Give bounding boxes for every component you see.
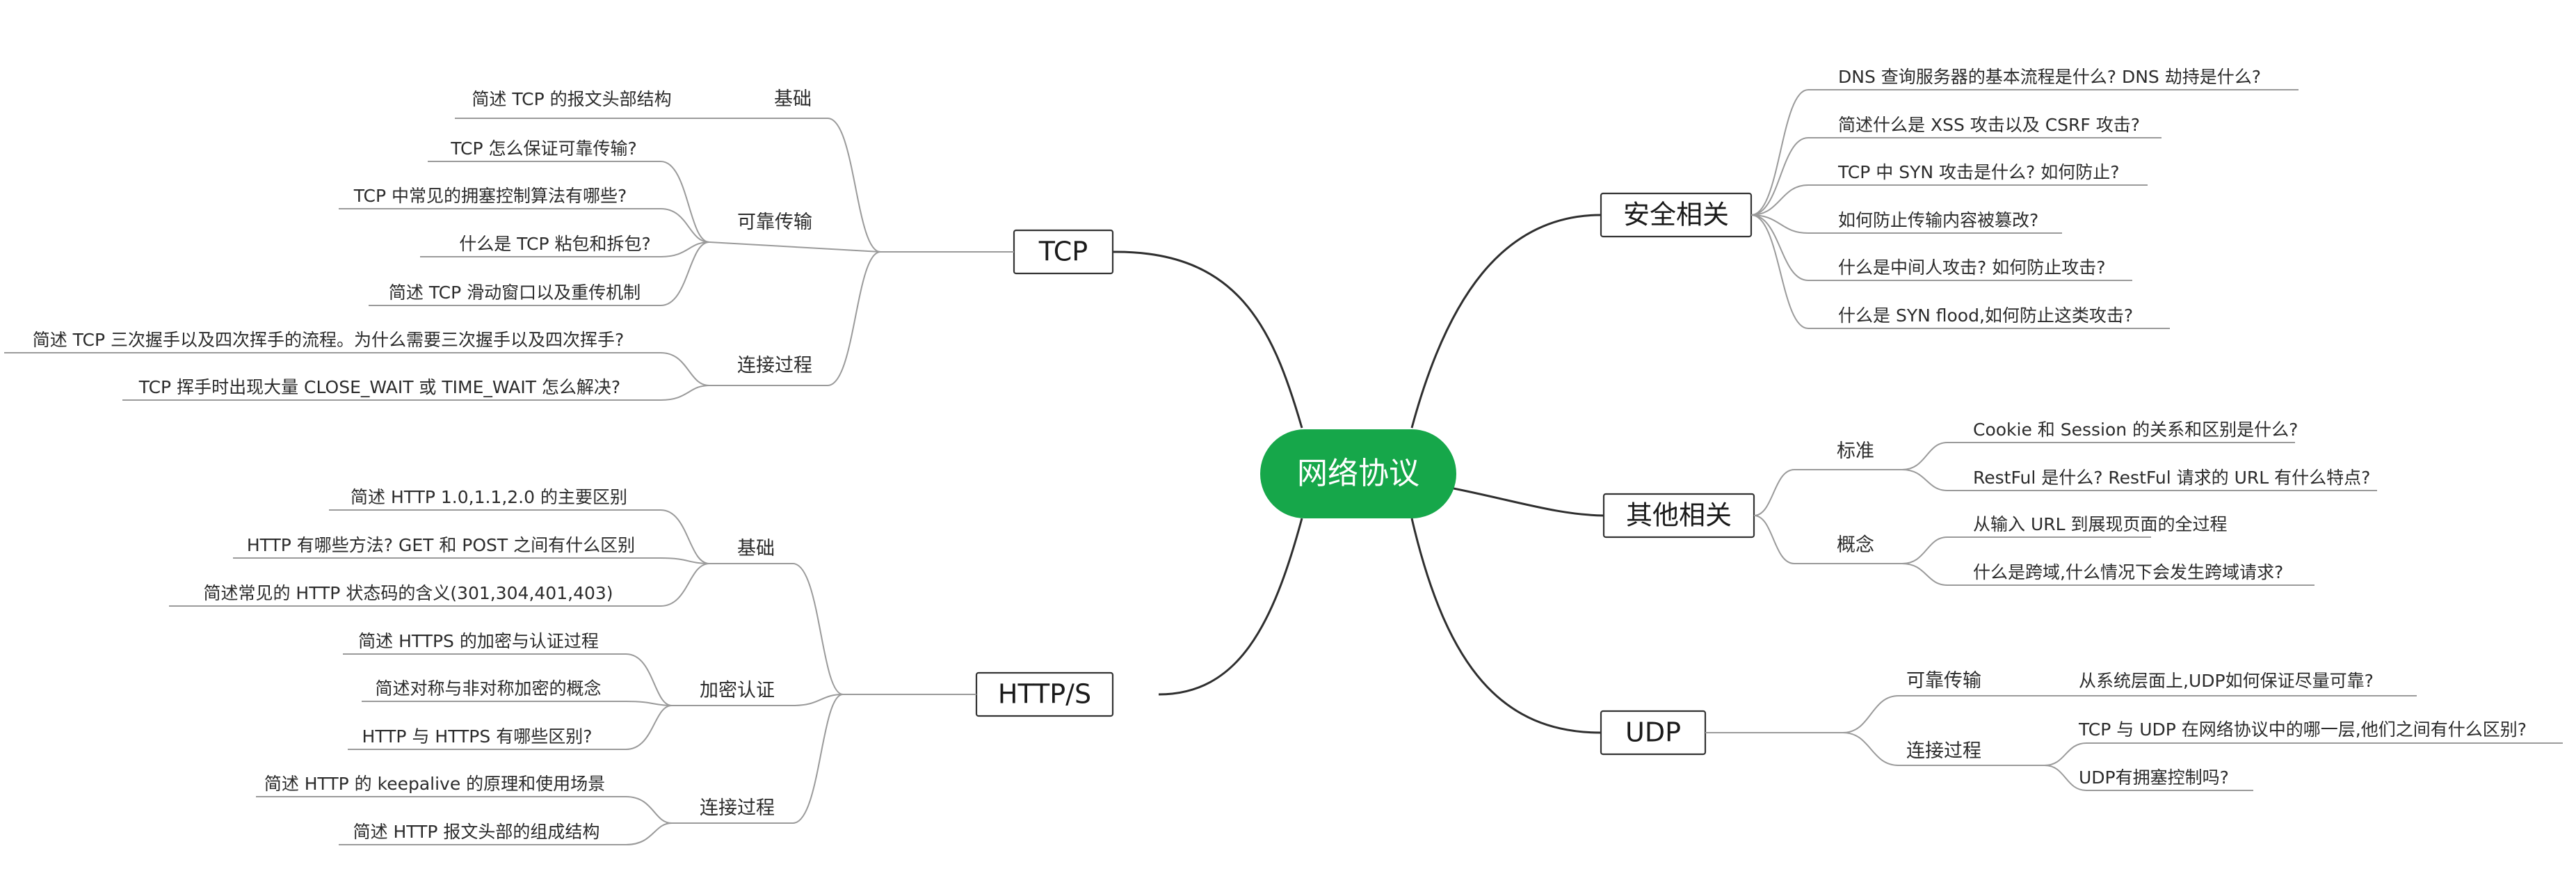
tcp-question[interactable]: TCP 挥手时出现大量 CLOSE_WAIT 或 TIME_WAIT 怎么解决?	[138, 377, 620, 397]
root-node-label: 网络协议	[1297, 456, 1419, 491]
topic-security-label: 安全相关	[1623, 200, 1729, 230]
https-twigs	[169, 509, 976, 845]
https-question[interactable]: HTTP 有哪些方法? GET 和 POST 之间有什么区别	[247, 535, 635, 555]
https-question[interactable]: 简述常见的 HTTP 状态码的含义(301,304,401,403)	[203, 583, 613, 603]
tcp-group-label[interactable]: 连接过程	[737, 355, 812, 376]
topic-tcp[interactable]: TCP	[1013, 229, 1114, 275]
topic-udp[interactable]: UDP	[1600, 710, 1707, 756]
other-group-connector	[1753, 469, 1902, 516]
other-leaf-connector	[1901, 442, 2295, 470]
https-group-label[interactable]: 加密认证	[700, 680, 775, 701]
tcp-group-connector-reliable	[709, 241, 881, 253]
udp-group-connector	[1842, 695, 2045, 733]
tcp-question[interactable]: 什么是 TCP 粘包和拆包?	[459, 234, 651, 254]
tcp-question[interactable]: 简述 TCP 的报文头部结构	[472, 89, 671, 109]
https-leaf-connector	[233, 557, 710, 564]
https-leaf-connector	[256, 796, 673, 824]
tcp-question[interactable]: 简述 TCP 滑动窗口以及重传机制	[389, 282, 641, 303]
connector-root-other	[1453, 487, 1604, 517]
udp-leaf-connector	[2044, 742, 2563, 766]
other-texts: 标准 Cookie 和 Session 的关系和区别是什么? RestFul 是…	[1837, 420, 2370, 582]
https-group-label[interactable]: 基础	[737, 538, 775, 559]
https-group-connector	[709, 563, 844, 695]
https-question[interactable]: 简述 HTTP 的 keepalive 的原理和使用场景	[264, 774, 605, 794]
connector-root-security	[1410, 214, 1602, 429]
security-question[interactable]: 什么是 SYN flood,如何防止这类攻击?	[1838, 305, 2133, 326]
udp-group-label[interactable]: 可靠传输	[1906, 670, 1981, 692]
connector-root-udp	[1410, 518, 1602, 734]
tcp-question[interactable]: TCP 怎么保证可靠传输?	[450, 138, 637, 159]
udp-question[interactable]: 从系统层面上,UDP如何保证尽量可靠?	[2079, 671, 2374, 691]
https-question[interactable]: HTTP 与 HTTPS 有哪些区别?	[362, 726, 593, 747]
topic-udp-label: UDP	[1625, 717, 1681, 748]
topic-tcp-label: TCP	[1038, 237, 1088, 267]
https-question[interactable]: 简述对称与非对称加密的概念	[375, 678, 601, 699]
security-texts: DNS 查询服务器的基本流程是什么? DNS 劫持是什么? 简述什么是 XSS …	[1837, 67, 2261, 326]
udp-question[interactable]: TCP 与 UDP 在网络协议中的哪一层,他们之间有什么区别?	[2078, 719, 2527, 740]
udp-question[interactable]: UDP有拥塞控制吗?	[2079, 767, 2229, 788]
tcp-question[interactable]: 简述 TCP 三次握手以及四次挥手的流程。为什么需要三次握手以及四次挥手?	[33, 330, 625, 350]
security-question[interactable]: 如何防止传输内容被篡改?	[1838, 210, 2038, 230]
mind-map-canvas: 网络协议 TCP 基础 简述 TCP 的报文头部结构 可靠传输 TCP 怎么保证…	[4, 67, 2563, 845]
udp-group-label[interactable]: 连接过程	[1906, 740, 1981, 762]
topic-https-label: HTTP/S	[998, 679, 1091, 710]
connector-root-tcp	[1112, 250, 1303, 429]
https-question[interactable]: 简述 HTTPS 的加密与认证过程	[358, 631, 599, 651]
security-question[interactable]: TCP 中 SYN 攻击是什么? 如何防止?	[1837, 162, 2120, 182]
security-question[interactable]: 什么是中间人攻击? 如何防止攻击?	[1838, 257, 2106, 278]
topic-security[interactable]: 安全相关	[1600, 192, 1753, 238]
https-question[interactable]: 简述 HTTP 1.0,1.1,2.0 的主要区别	[351, 487, 627, 507]
tcp-question[interactable]: TCP 中常见的拥塞控制算法有哪些?	[353, 186, 627, 206]
other-question[interactable]: 从输入 URL 到展现页面的全过程	[1973, 514, 2228, 534]
other-group-label[interactable]: 概念	[1837, 534, 1874, 556]
https-group-label[interactable]: 连接过程	[700, 797, 775, 819]
security-question[interactable]: DNS 查询服务器的基本流程是什么? DNS 劫持是什么?	[1838, 67, 2261, 87]
root-node[interactable]: 网络协议	[1260, 429, 1456, 518]
security-leaf-connector	[1750, 89, 2299, 216]
https-question[interactable]: 简述 HTTP 报文头部的组成结构	[353, 822, 600, 842]
topic-https[interactable]: HTTP/S	[975, 671, 1114, 717]
connector-root-https	[1158, 518, 1303, 696]
topic-other-label: 其他相关	[1626, 500, 1732, 531]
security-question[interactable]: 简述什么是 XSS 攻击以及 CSRF 攻击?	[1838, 115, 2140, 135]
other-question[interactable]: Cookie 和 Session 的关系和区别是什么?	[1973, 420, 2298, 440]
other-group-label[interactable]: 标准	[1837, 440, 1874, 462]
tcp-group-label[interactable]: 基础	[774, 88, 812, 110]
https-leaf-connector	[362, 701, 673, 706]
other-leaf-connector	[1901, 536, 2151, 564]
other-question[interactable]: 什么是跨域,什么情况下会发生跨域请求?	[1973, 562, 2283, 582]
tcp-twigs	[4, 117, 1014, 401]
topic-other[interactable]: 其他相关	[1602, 493, 1755, 539]
other-group-connector	[1753, 515, 1902, 564]
other-question[interactable]: RestFul 是什么? RestFul 请求的 URL 有什么特点?	[1973, 468, 2370, 488]
tcp-texts: 基础 简述 TCP 的报文头部结构 可靠传输 TCP 怎么保证可靠传输? TCP…	[33, 88, 812, 397]
tcp-group-label[interactable]: 可靠传输	[737, 212, 812, 233]
udp-texts: 可靠传输 从系统层面上,UDP如何保证尽量可靠? 连接过程 TCP 与 UDP …	[1906, 670, 2527, 788]
